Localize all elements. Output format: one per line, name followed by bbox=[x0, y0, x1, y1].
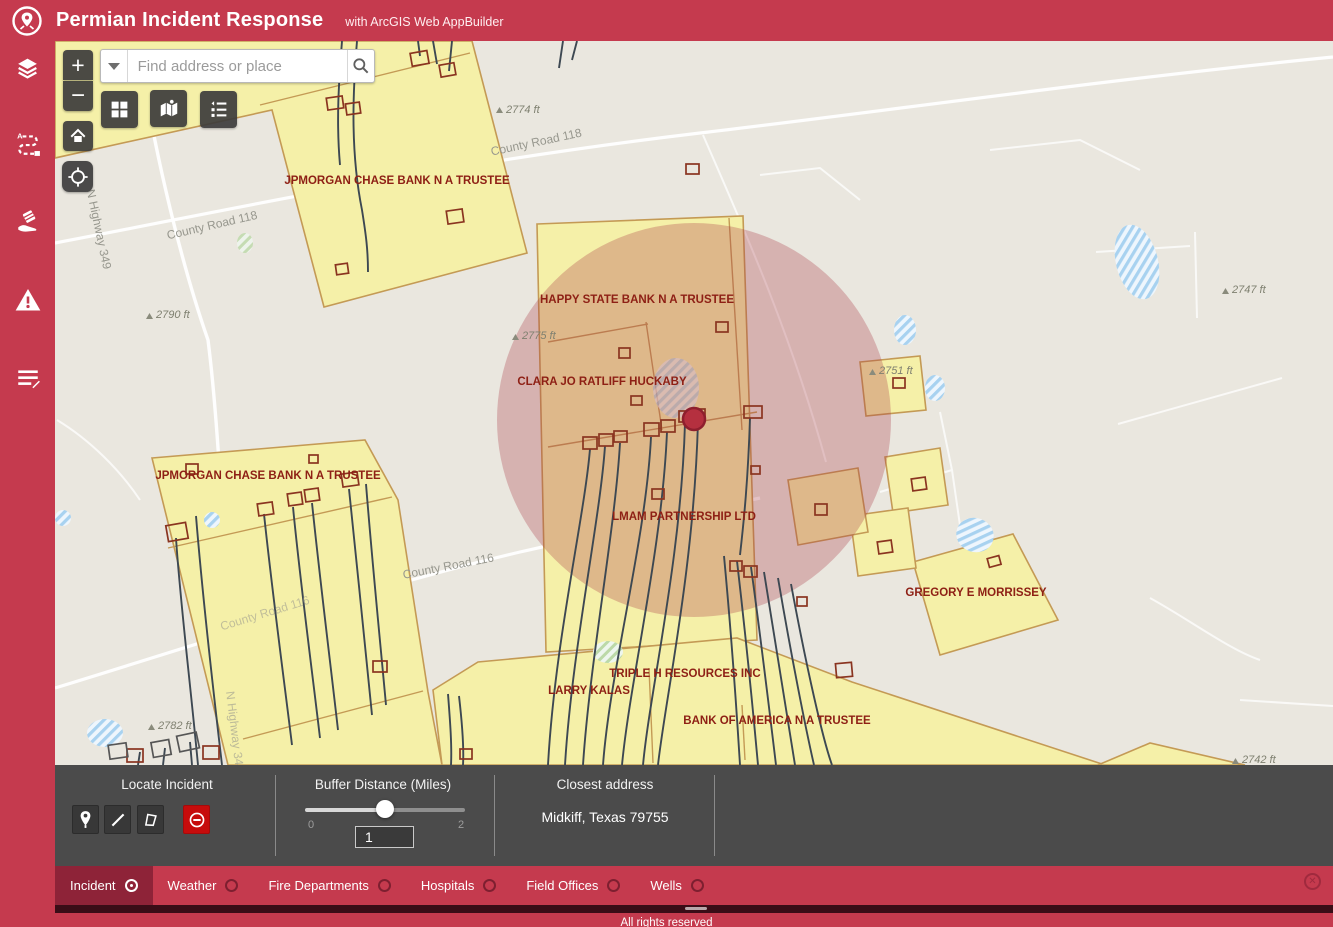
map-canvas[interactable]: JPMORGAN CHASE BANK N A TRUSTEE HAPPY ST… bbox=[55, 41, 1333, 765]
add-data-icon bbox=[160, 99, 177, 116]
tab-weather[interactable]: Weather bbox=[153, 866, 254, 905]
close-tabbar-icon[interactable]: ✕ bbox=[1304, 873, 1321, 890]
elevation-label: 2782 ft bbox=[157, 720, 193, 732]
parcel-label: LARRY KALAS bbox=[548, 685, 630, 697]
slider-track-filled bbox=[305, 808, 385, 812]
parcel-label: JPMORGAN CHASE BANK N A TRUSTEE bbox=[284, 175, 510, 187]
layer-list-icon bbox=[211, 101, 227, 117]
tab-hospitals[interactable]: Hospitals bbox=[406, 866, 511, 905]
footer: All rights reserved bbox=[0, 913, 1333, 927]
zoom-out-button[interactable]: − bbox=[63, 81, 93, 111]
home-button[interactable] bbox=[63, 121, 93, 151]
search-bar bbox=[100, 49, 375, 83]
buffer-distance-title: Buffer Distance (Miles) bbox=[314, 777, 452, 792]
locate-icon bbox=[67, 166, 88, 187]
tab-label: Field Offices bbox=[526, 878, 599, 893]
tab-label: Wells bbox=[650, 878, 682, 893]
zoom-in-button[interactable]: + bbox=[63, 50, 93, 80]
search-button[interactable] bbox=[346, 50, 374, 82]
edit-list-icon[interactable] bbox=[0, 355, 55, 401]
clear-incident-button[interactable] bbox=[183, 805, 210, 834]
add-data-button[interactable] bbox=[150, 90, 187, 127]
buffer-distance-input[interactable] bbox=[355, 826, 414, 848]
parcel-label: BANK OF AMERICA N A TRUSTEE bbox=[683, 715, 871, 727]
elevation-label: 2742 ft bbox=[1241, 754, 1277, 765]
left-toolbar: A bbox=[0, 41, 55, 927]
resize-handle[interactable] bbox=[685, 907, 707, 910]
map-graphics: JPMORGAN CHASE BANK N A TRUSTEE HAPPY ST… bbox=[55, 41, 1333, 765]
tab-wells[interactable]: Wells bbox=[635, 866, 719, 905]
panel-divider bbox=[714, 775, 715, 856]
layer-list-button[interactable] bbox=[200, 91, 237, 128]
locate-point-button[interactable] bbox=[72, 805, 99, 834]
incident-point[interactable] bbox=[681, 406, 707, 432]
slider-min-label: 0 bbox=[308, 819, 315, 831]
radio-icon bbox=[690, 879, 704, 892]
tab-label: Hospitals bbox=[420, 878, 475, 893]
caret-down-icon bbox=[107, 62, 120, 70]
rights-text: All rights reserved bbox=[620, 917, 713, 927]
parcel-label: CLARA JO RATLIFF HUCKABY bbox=[517, 376, 687, 388]
tab-label: Incident bbox=[70, 878, 116, 893]
page-subtitle: with ArcGIS Web AppBuilder bbox=[345, 15, 504, 29]
route-icon[interactable]: A bbox=[0, 121, 55, 167]
parcel-label: JPMORGAN CHASE BANK N A TRUSTEE bbox=[155, 470, 381, 482]
elevation-label: 2774 ft bbox=[505, 104, 541, 116]
closest-address-title: Closest address bbox=[556, 777, 654, 792]
elevation-label: 2775 ft bbox=[521, 330, 557, 342]
elevation-label: 2790 ft bbox=[155, 309, 191, 321]
parcel-label: TRIPLE H RESOURCES INC bbox=[609, 668, 760, 680]
radio-icon bbox=[124, 879, 138, 892]
app-window: Permian Incident Response with ArcGIS We… bbox=[0, 0, 1333, 927]
parcel-label: GREGORY E MORRISSEY bbox=[905, 587, 1047, 599]
locate-button[interactable] bbox=[62, 161, 93, 192]
locate-incident-title: Locate Incident bbox=[121, 777, 213, 792]
basemap-gallery-icon bbox=[111, 101, 128, 118]
buffer-slider[interactable] bbox=[305, 800, 465, 818]
radio-icon bbox=[377, 879, 391, 892]
panel-divider bbox=[494, 775, 495, 856]
parcel-label: LMAM PARTNERSHIP LTD bbox=[612, 511, 756, 523]
search-input[interactable] bbox=[127, 50, 347, 82]
clear-incident-icon bbox=[189, 812, 204, 827]
closest-address-value: Midkiff, Texas 79755 bbox=[541, 809, 669, 825]
incident-panel: Locate Incident Buffer Distance (Miles) … bbox=[55, 765, 1333, 866]
slider-max-label: 2 bbox=[458, 819, 465, 831]
bottom-tab-bar: Incident Weather Fire Departments Hospit… bbox=[28, 866, 1333, 905]
warning-icon[interactable] bbox=[0, 277, 55, 323]
radio-icon bbox=[483, 879, 497, 892]
panel-divider bbox=[275, 775, 276, 856]
tab-incident[interactable]: Incident bbox=[55, 866, 153, 905]
page-title: Permian Incident Response bbox=[56, 9, 324, 31]
search-source-dropdown[interactable] bbox=[101, 50, 128, 82]
draw-line-icon bbox=[111, 813, 124, 826]
draw-line-button[interactable] bbox=[104, 805, 131, 834]
point-pin-icon bbox=[80, 811, 91, 828]
tab-label: Weather bbox=[167, 878, 217, 893]
tab-field-offices[interactable]: Field Offices bbox=[511, 866, 635, 905]
elevation-label: 2751 ft bbox=[878, 365, 914, 377]
tab-fire-departments[interactable]: Fire Departments bbox=[253, 866, 405, 905]
magnifier-icon bbox=[353, 58, 369, 74]
svg-text:A: A bbox=[17, 132, 23, 141]
app-logo-icon bbox=[12, 5, 42, 36]
basemap-gallery-button[interactable] bbox=[101, 91, 138, 128]
spill-response-icon[interactable] bbox=[0, 199, 55, 245]
layers-icon[interactable] bbox=[0, 45, 55, 91]
radio-icon bbox=[225, 879, 239, 892]
slider-handle[interactable] bbox=[376, 800, 394, 818]
panel-bottom-strip bbox=[55, 905, 1333, 913]
elevation-label: 2747 ft bbox=[1231, 284, 1267, 296]
home-icon bbox=[70, 128, 86, 142]
parcel-label: HAPPY STATE BANK N A TRUSTEE bbox=[540, 294, 734, 306]
draw-polygon-button[interactable] bbox=[137, 805, 164, 834]
slider-track-empty bbox=[385, 808, 465, 812]
app-header: Permian Incident Response with ArcGIS We… bbox=[0, 0, 1333, 41]
radio-icon bbox=[607, 879, 621, 892]
tab-label: Fire Departments bbox=[268, 878, 369, 893]
draw-polygon-icon bbox=[144, 813, 157, 827]
